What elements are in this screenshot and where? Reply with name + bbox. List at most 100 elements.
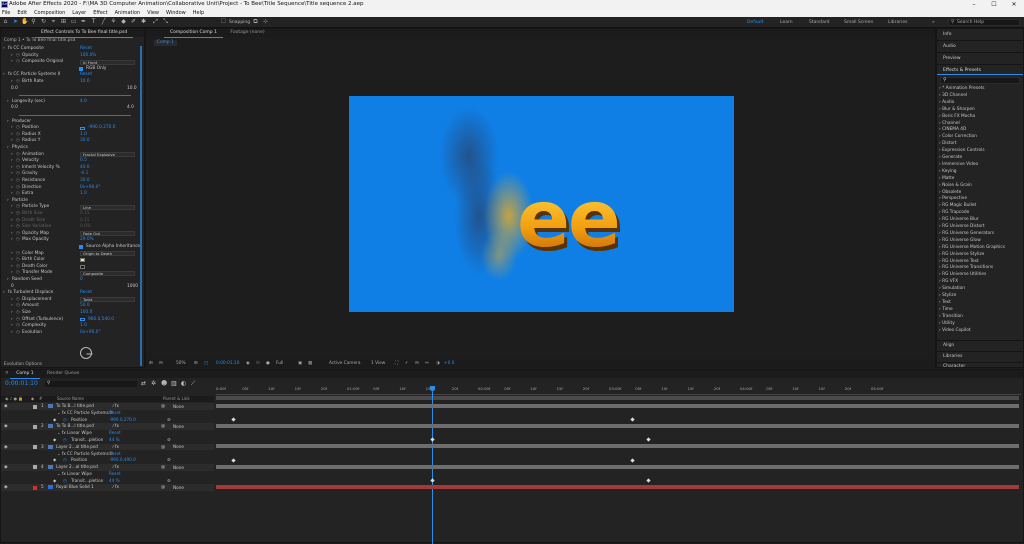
snap-toggle-icon[interactable]: ⤢	[152, 18, 159, 26]
footage-tab[interactable]: Footage (none)	[224, 29, 270, 37]
effects-category-item[interactable]: › Text	[939, 300, 951, 307]
effect-value[interactable]: Reset	[80, 46, 92, 52]
pick-whip-icon[interactable]: @	[161, 444, 165, 451]
keyframe[interactable]	[430, 478, 435, 483]
effects-category-item[interactable]: › Boris FX Mocha	[939, 114, 975, 121]
effect-value[interactable]: -990.0,270.0	[88, 125, 116, 131]
close-tab-icon[interactable]: ✕	[5, 371, 9, 376]
draft-3d-icon[interactable]: ✲	[151, 380, 156, 387]
effect-value[interactable]: 100.0	[80, 310, 92, 316]
effect-row[interactable]: 0.0 10.0	[1, 86, 141, 92]
effect-row[interactable]: › ◷ Radius Y 30.0	[1, 138, 141, 144]
effect-row[interactable]: › ◷ Size 100.0	[1, 310, 141, 316]
exposure-icon[interactable]: ◑	[436, 359, 440, 368]
effect-value[interactable]: Reset	[80, 290, 92, 296]
effect-row[interactable]: › fx CC Composite Reset	[1, 46, 141, 52]
effects-category-item[interactable]: › 3D Channel	[939, 93, 967, 100]
effect-row[interactable]: › Physics	[1, 145, 141, 151]
workspace-small-screen[interactable]: Small Screen	[844, 19, 873, 26]
stopwatch-icon[interactable]: ◷	[16, 330, 20, 336]
color-swatch[interactable]	[80, 258, 85, 263]
timeline-layer-row[interactable]: ◉ 5 Royal Blue Solid 1 ⁄ fx @ None	[1, 484, 214, 491]
effect-row[interactable]: › ◷ Birth Rate 10.0	[1, 79, 141, 85]
effect-dropdown[interactable]: Origin to Death	[80, 251, 135, 257]
layer-name[interactable]: Layer 2...al title.psd	[56, 464, 98, 471]
effect-row[interactable]: › ◷ Complexity 1.0	[1, 323, 141, 329]
timeline-search-input[interactable]: ⚲	[45, 381, 137, 387]
shy-icon[interactable]: ☻	[161, 380, 167, 387]
twirl-arrow-icon[interactable]: ›	[11, 171, 13, 177]
twirl-arrow-icon[interactable]: ›	[11, 53, 13, 59]
stopwatch-icon[interactable]: ◷	[16, 165, 20, 171]
workspace-default[interactable]: Default	[747, 19, 763, 26]
stopwatch-icon[interactable]: ◷	[16, 171, 20, 177]
effect-value[interactable]: 10.0	[127, 86, 137, 92]
stopwatch-icon[interactable]: ◷	[16, 323, 20, 329]
effects-category-item[interactable]: › RG Trapcode	[939, 210, 969, 217]
current-time-display[interactable]: 0:00:01:10	[216, 359, 239, 368]
effects-category-item[interactable]: › Generate	[939, 155, 962, 162]
menu-window[interactable]: Window	[166, 9, 186, 17]
effect-row[interactable]: › ◷ Position -990.0,270.0	[1, 125, 141, 131]
twirl-arrow-icon[interactable]: ›	[11, 79, 13, 85]
timeline-layer-row[interactable]: ◉ 3 Layer 2...al title.psd ⁄ fx @ None	[1, 443, 214, 451]
effect-value[interactable]: 1000	[127, 284, 138, 290]
stopwatch-icon[interactable]: ◷	[16, 224, 20, 230]
effect-dropdown[interactable]: Fractal Explosive	[80, 152, 135, 158]
twirl-arrow-icon[interactable]: ›	[11, 231, 13, 237]
timeline-layer-row[interactable]: ◉ 1 To To B...l title.psd ⁄ fx @ None	[1, 403, 214, 410]
effect-value[interactable]: 0.5	[80, 158, 87, 164]
effects-category-item[interactable]: › Transition	[939, 314, 963, 321]
effect-value[interactable]: 4.0	[80, 99, 87, 105]
selection-tool-icon[interactable]: ➤	[12, 18, 19, 26]
label-color-swatch[interactable]	[33, 424, 37, 429]
twirl-arrow-icon[interactable]: ›	[11, 125, 13, 131]
effect-row[interactable]: › ◷ Birth Color	[1, 257, 141, 263]
value-slider[interactable]	[19, 95, 131, 97]
twirl-arrow-icon[interactable]: ›	[11, 191, 13, 197]
motion-blur-icon[interactable]: ◐	[181, 380, 186, 387]
twirl-arrow-icon[interactable]: ›	[11, 152, 13, 158]
pen-tool-icon[interactable]: ✒	[80, 18, 87, 26]
snapping-magnet-icon[interactable]: ⧉	[252, 18, 259, 26]
layer-switches[interactable]: ⁄ fx	[113, 464, 119, 471]
workspace-learn[interactable]: Learn	[780, 19, 793, 26]
menu-edit[interactable]: Edit	[17, 9, 27, 17]
audio-panel-tab[interactable]: Audio	[937, 41, 1023, 53]
twirl-arrow-icon[interactable]: ›	[3, 290, 5, 296]
clone-tool-icon[interactable]: ⚘	[110, 18, 117, 26]
effect-dropdown[interactable]: Twist	[80, 297, 135, 303]
twirl-arrow-icon[interactable]: ›	[11, 178, 13, 184]
layer-switches[interactable]: ⁄ fx	[113, 403, 119, 410]
magnification-icon-2[interactable]: ⊟	[159, 359, 163, 368]
effect-row[interactable]: › ◷ Resistance 30.0	[1, 178, 141, 184]
twirl-arrow-icon[interactable]: ›	[11, 211, 13, 217]
stopwatch-icon[interactable]: ◷	[16, 218, 20, 224]
effects-presets-tab[interactable]: Effects & Presets	[937, 66, 1023, 75]
effect-row[interactable]: 0.0 4.0	[1, 105, 141, 111]
rotate-tool-icon[interactable]: ↻	[40, 18, 47, 26]
composition-tab[interactable]: Composition Comp 1	[164, 29, 223, 38]
keyframe[interactable]	[630, 458, 635, 463]
effect-row[interactable]: › ◷ Gravity -0.1	[1, 171, 141, 177]
effect-value[interactable]: 1.0	[80, 323, 87, 329]
eraser-tool-icon[interactable]: ◆	[120, 18, 127, 26]
crosshair-icon[interactable]	[80, 318, 85, 322]
effect-row[interactable]: › ◷ Size Variation 0.0%	[1, 224, 141, 230]
parent-dropdown[interactable]: None	[171, 464, 209, 470]
stopwatch-icon[interactable]: ◷	[16, 264, 20, 270]
stopwatch-icon[interactable]: ◷	[16, 125, 20, 131]
effects-search-input[interactable]: ⚲	[940, 77, 1020, 84]
label-color-swatch[interactable]	[33, 465, 37, 470]
twirl-arrow-icon[interactable]: ›	[7, 99, 9, 105]
label-color-swatch[interactable]	[33, 485, 37, 490]
effect-row[interactable]: › ◷ Composite Original In Front	[1, 59, 141, 65]
value-slider[interactable]	[19, 115, 131, 116]
zoom-dropdown[interactable]: 50%	[176, 359, 186, 368]
twirl-arrow-icon[interactable]: ›	[11, 317, 13, 323]
visibility-eye-icon[interactable]: ◉	[4, 403, 8, 410]
visibility-eye-icon[interactable]: ◉	[4, 423, 8, 430]
effect-value[interactable]: Reset	[80, 72, 92, 78]
stopwatch-icon[interactable]: ◷	[16, 59, 20, 65]
workspace-overflow-icon[interactable]: »	[932, 19, 935, 26]
